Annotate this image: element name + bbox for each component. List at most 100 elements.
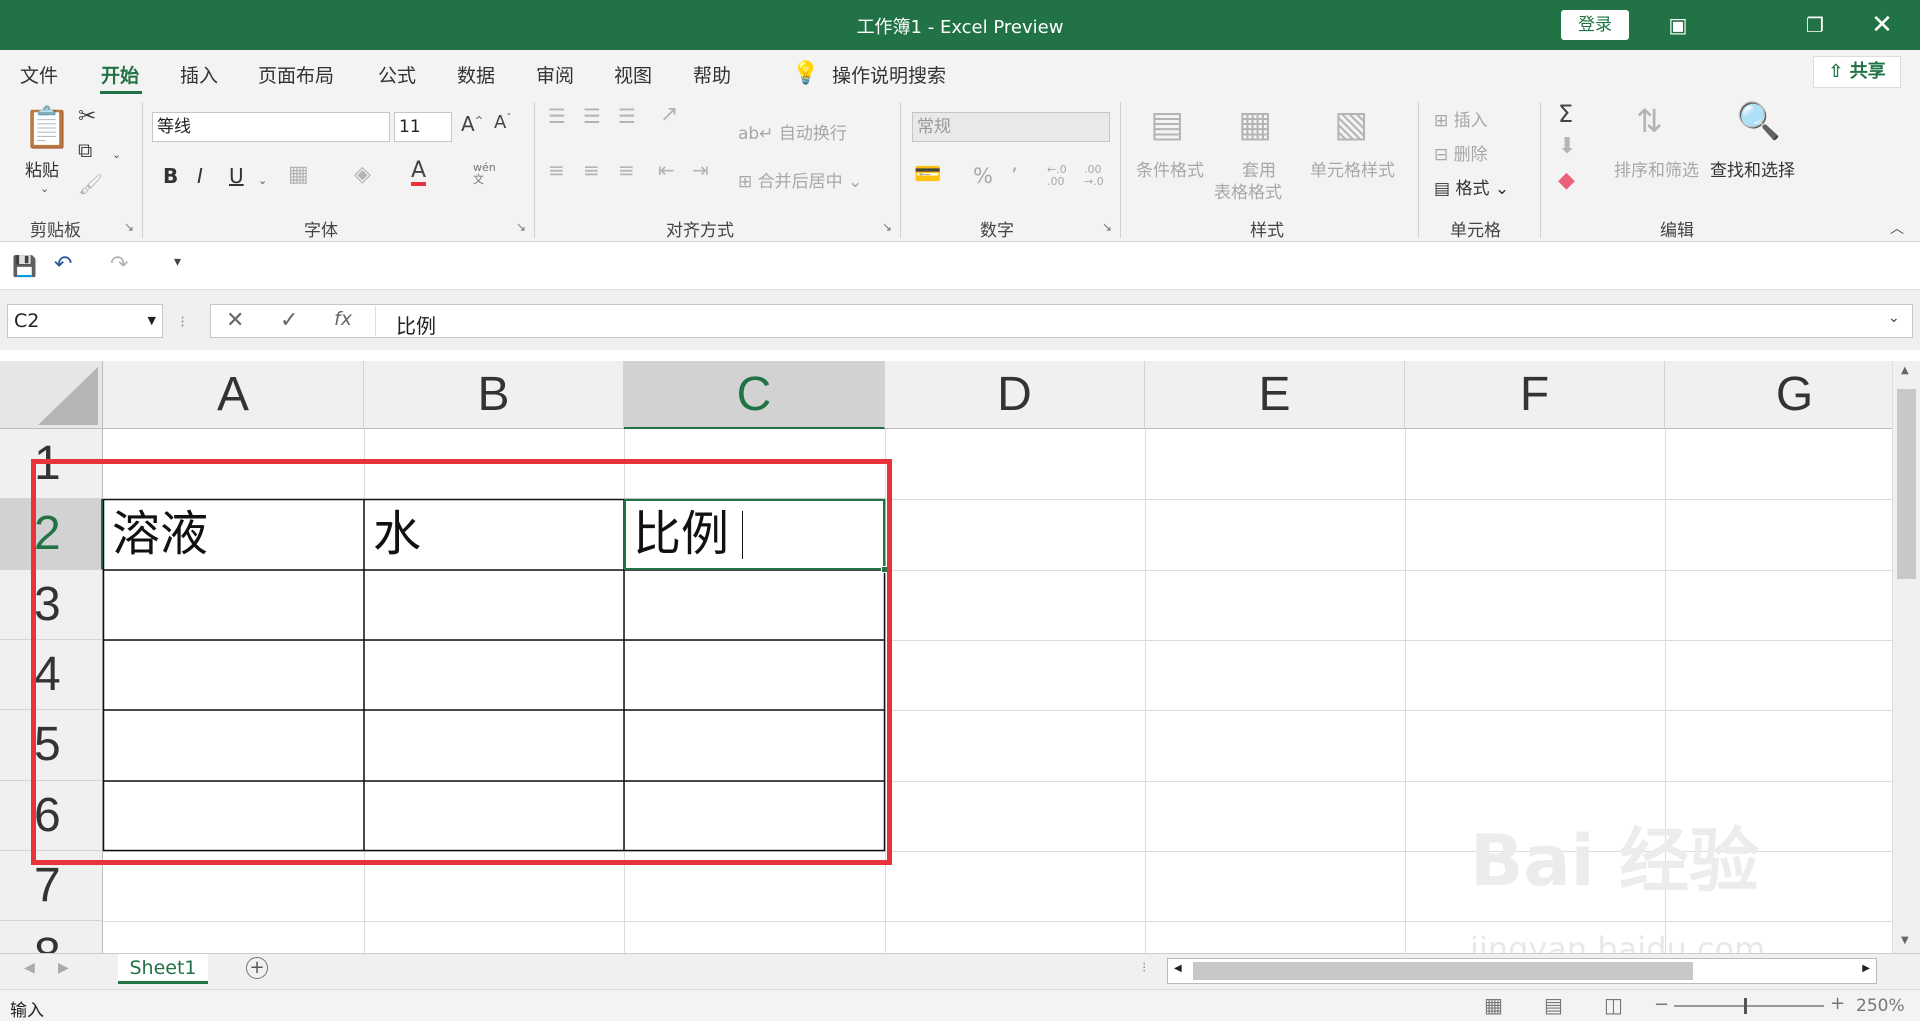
number-launcher-icon[interactable]: ↘ bbox=[1102, 220, 1112, 234]
clipboard-launcher-icon[interactable]: ↘ bbox=[124, 220, 134, 234]
tell-me-search[interactable]: 操作说明搜索 bbox=[832, 61, 946, 88]
scroll-right-icon[interactable]: ▶ bbox=[1862, 963, 1870, 974]
italic-button[interactable]: I bbox=[197, 164, 203, 188]
delete-cells-button[interactable]: ⊟ 删除 bbox=[1434, 140, 1488, 165]
ribbon-display-icon[interactable]: ▣ bbox=[1648, 0, 1708, 50]
vertical-scrollbar[interactable]: ▲ ▼ bbox=[1892, 361, 1920, 953]
format-as-table-label2[interactable]: 表格格式 bbox=[1214, 178, 1282, 203]
tab-view[interactable]: 视图 bbox=[614, 61, 652, 88]
paste-button[interactable]: 粘贴 bbox=[25, 156, 59, 181]
fill-color-icon[interactable]: ◈ bbox=[354, 162, 371, 187]
scroll-down-icon[interactable]: ▼ bbox=[1901, 935, 1909, 946]
sort-filter-icon[interactable]: ⇅ bbox=[1636, 102, 1663, 140]
increase-indent-icon[interactable]: ⇥ bbox=[692, 158, 709, 182]
zoom-slider-track[interactable] bbox=[1674, 1005, 1824, 1007]
tab-page-layout[interactable]: 页面布局 bbox=[258, 61, 334, 88]
tab-insert[interactable]: 插入 bbox=[180, 61, 218, 88]
format-painter-icon[interactable]: 🖌 bbox=[78, 172, 103, 196]
tab-data[interactable]: 数据 bbox=[457, 61, 495, 88]
align-center-icon[interactable]: ≡ bbox=[583, 158, 600, 182]
align-top-icon[interactable]: ☰ bbox=[548, 104, 566, 128]
underline-dropdown-icon[interactable]: ⌄ bbox=[258, 174, 267, 187]
formula-input[interactable] bbox=[210, 304, 1913, 338]
percent-button[interactable]: % bbox=[973, 164, 993, 188]
restore-icon[interactable]: ❐ bbox=[1785, 0, 1845, 50]
expand-formula-icon[interactable]: ⌄ bbox=[1888, 310, 1900, 326]
name-box[interactable]: C2 ▼ bbox=[7, 304, 163, 338]
prev-sheet-icon[interactable]: ◀ bbox=[24, 960, 35, 976]
tab-review[interactable]: 审阅 bbox=[536, 61, 574, 88]
collapse-ribbon-icon[interactable]: ︿ bbox=[1890, 218, 1904, 238]
decrease-font-icon[interactable]: Aˇ bbox=[494, 112, 511, 133]
save-icon[interactable]: 💾 bbox=[12, 254, 37, 278]
format-as-table-icon[interactable]: ▦ bbox=[1238, 104, 1272, 145]
add-sheet-button[interactable]: + bbox=[246, 957, 268, 979]
zoom-in-icon[interactable]: + bbox=[1830, 993, 1845, 1014]
split-handle-icon[interactable]: ⁝ bbox=[1142, 960, 1146, 976]
underline-button[interactable]: U bbox=[229, 164, 244, 188]
name-box-dropdown-icon[interactable]: ▼ bbox=[148, 305, 156, 337]
align-right-icon[interactable]: ≡ bbox=[618, 158, 635, 182]
confirm-entry-icon[interactable]: ✓ bbox=[280, 308, 298, 333]
orientation-icon[interactable]: ↗ bbox=[660, 102, 678, 127]
horizontal-scrollbar[interactable]: ◀ ▶ bbox=[1167, 958, 1877, 984]
customize-qat-icon[interactable]: ▾ bbox=[174, 254, 181, 270]
accounting-format-icon[interactable]: 💳 bbox=[914, 162, 941, 187]
zoom-out-icon[interactable]: − bbox=[1654, 994, 1669, 1015]
decrease-decimal-icon[interactable]: .00 →.0 bbox=[1084, 164, 1104, 188]
tab-home[interactable]: 开始 bbox=[101, 61, 139, 88]
increase-decimal-icon[interactable]: ←.0.00 bbox=[1047, 164, 1067, 188]
cut-icon[interactable]: ✂ bbox=[78, 104, 96, 129]
scroll-left-icon[interactable]: ◀ bbox=[1174, 963, 1182, 974]
undo-icon[interactable]: ↶ bbox=[54, 252, 72, 277]
tab-file[interactable]: 文件 bbox=[20, 61, 58, 88]
redo-icon[interactable]: ↷ bbox=[110, 252, 128, 277]
conditional-format-icon[interactable]: ▤ bbox=[1150, 104, 1184, 145]
paste-icon[interactable]: 📋 bbox=[22, 104, 72, 151]
number-format-combo[interactable]: 常规 bbox=[912, 112, 1110, 142]
phonetic-icon[interactable]: wén 文 bbox=[473, 162, 496, 186]
zoom-level[interactable]: 250% bbox=[1856, 996, 1905, 1016]
scroll-up-icon[interactable]: ▲ bbox=[1901, 365, 1909, 376]
next-sheet-icon[interactable]: ▶ bbox=[58, 960, 69, 976]
zoom-slider-thumb[interactable] bbox=[1744, 998, 1747, 1014]
cancel-entry-icon[interactable]: ✕ bbox=[226, 308, 244, 333]
find-select-icon[interactable]: 🔍 bbox=[1736, 100, 1781, 142]
sort-filter-button[interactable]: 排序和筛选 bbox=[1614, 156, 1699, 181]
find-select-button[interactable]: 查找和选择 bbox=[1710, 156, 1795, 181]
borders-icon[interactable]: ▦ bbox=[288, 162, 309, 187]
close-icon[interactable]: ✕ bbox=[1852, 0, 1912, 50]
merge-center-button[interactable]: ⊞ 合并后居中 ⌄ bbox=[738, 167, 862, 192]
vertical-scroll-thumb[interactable] bbox=[1897, 389, 1916, 579]
copy-icon[interactable]: ⧉ bbox=[78, 138, 92, 162]
insert-cells-button[interactable]: ⊞ 插入 bbox=[1434, 106, 1488, 131]
font-launcher-icon[interactable]: ↘ bbox=[516, 220, 526, 234]
tab-formulas[interactable]: 公式 bbox=[378, 61, 416, 88]
cell-styles-icon[interactable]: ▧ bbox=[1334, 104, 1368, 145]
align-left-icon[interactable]: ≡ bbox=[548, 158, 565, 182]
increase-font-icon[interactable]: A^ bbox=[461, 112, 483, 136]
comma-button[interactable]: ’ bbox=[1011, 164, 1018, 188]
font-name-combo[interactable]: 等线 bbox=[152, 112, 390, 142]
wrap-text-button[interactable]: ab↵ 自动换行 bbox=[738, 119, 847, 144]
alignment-launcher-icon[interactable]: ↘ bbox=[882, 220, 892, 234]
copy-dropdown-icon[interactable]: ⌄ bbox=[112, 148, 121, 161]
font-color-icon[interactable]: A bbox=[411, 160, 427, 186]
sheet-tab-sheet1[interactable]: Sheet1 bbox=[118, 954, 208, 984]
conditional-format-button[interactable]: 条件格式 bbox=[1136, 156, 1204, 181]
share-button[interactable]: ⇧ 共享 bbox=[1813, 56, 1901, 88]
font-size-combo[interactable]: 11 bbox=[394, 112, 452, 142]
autosum-icon[interactable]: Σ bbox=[1558, 100, 1573, 128]
normal-view-icon[interactable]: ▦ bbox=[1484, 993, 1503, 1017]
format-cells-button[interactable]: ▤ 格式 ⌄ bbox=[1434, 174, 1509, 199]
horizontal-scroll-thumb[interactable] bbox=[1193, 962, 1693, 980]
page-layout-view-icon[interactable]: ▤ bbox=[1544, 993, 1563, 1017]
insert-function-icon[interactable]: fx bbox=[334, 308, 352, 330]
page-break-view-icon[interactable]: ◫ bbox=[1604, 993, 1623, 1017]
clear-icon[interactable]: ◆ bbox=[1558, 168, 1575, 193]
cell-styles-button[interactable]: 单元格样式 bbox=[1310, 156, 1395, 181]
paste-dropdown-icon[interactable]: ⌄ bbox=[40, 182, 49, 195]
more-options-icon[interactable]: ⁝ bbox=[180, 312, 185, 331]
fill-icon[interactable]: ⬇ bbox=[1558, 134, 1576, 159]
align-bottom-icon[interactable]: ☰ bbox=[618, 104, 636, 128]
